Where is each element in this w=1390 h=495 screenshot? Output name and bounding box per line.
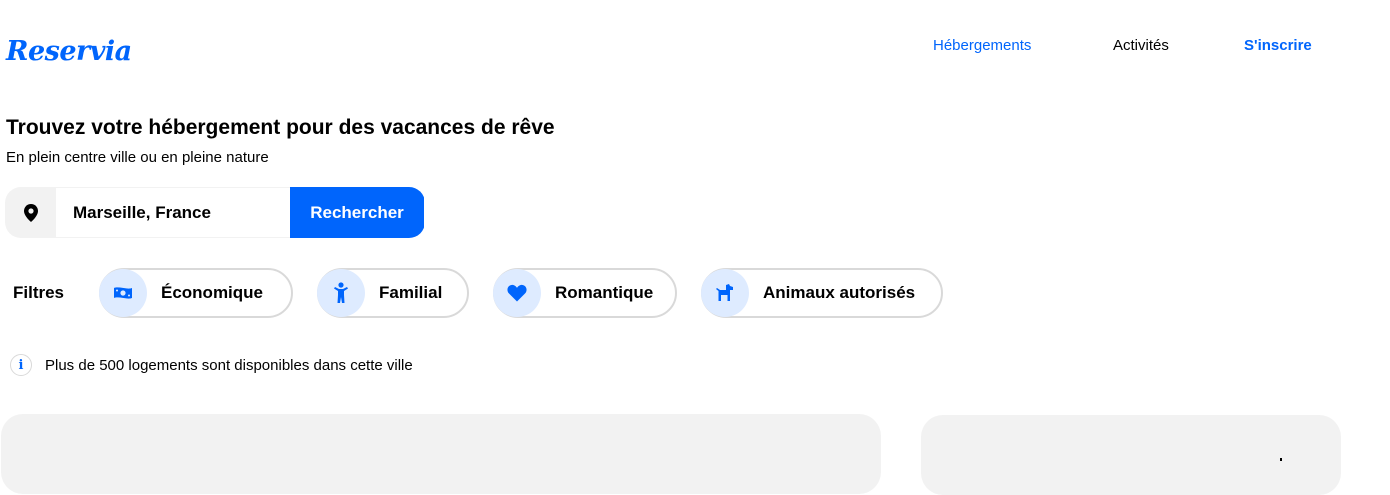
filters-label: Filtres [13,283,65,302]
info-icon: i [10,354,32,376]
money-icon [99,269,147,317]
page-subtitle: En plein centre ville ou en pleine natur… [6,149,269,166]
filter-label: Romantique [555,283,654,302]
nav-link-activites[interactable]: Activités [1113,37,1169,54]
location-input[interactable] [56,187,290,238]
filter-familial[interactable]: Familial [317,268,469,318]
nav-link-hebergements[interactable]: Hébergements [933,37,1031,54]
filter-animaux[interactable]: Animaux autorisés [701,268,943,318]
filter-label: Animaux autorisés [763,283,916,302]
filter-romantique[interactable]: Romantique [493,268,677,318]
filter-economique[interactable]: Économique [99,268,293,318]
map-pin-icon [5,187,56,238]
reservia-logo[interactable]: Reservia [6,36,132,67]
availability-text: Plus de 500 logements sont disponibles d… [45,356,413,374]
dog-icon [701,269,749,317]
accommodations-panel [1,414,881,494]
filter-label: Économique [161,283,264,302]
filter-label: Familial [379,283,443,302]
page-title: Trouvez votre hébergement pour des vacan… [6,116,555,139]
search-button[interactable]: Rechercher [290,187,424,238]
nav-link-sinscrire[interactable]: S'inscrire [1244,37,1312,54]
popular-panel [921,415,1341,495]
child-icon [317,269,365,317]
search-bar: Rechercher [5,187,425,238]
heart-icon [493,269,541,317]
availability-info: i Plus de 500 logements sont disponibles… [10,354,413,376]
